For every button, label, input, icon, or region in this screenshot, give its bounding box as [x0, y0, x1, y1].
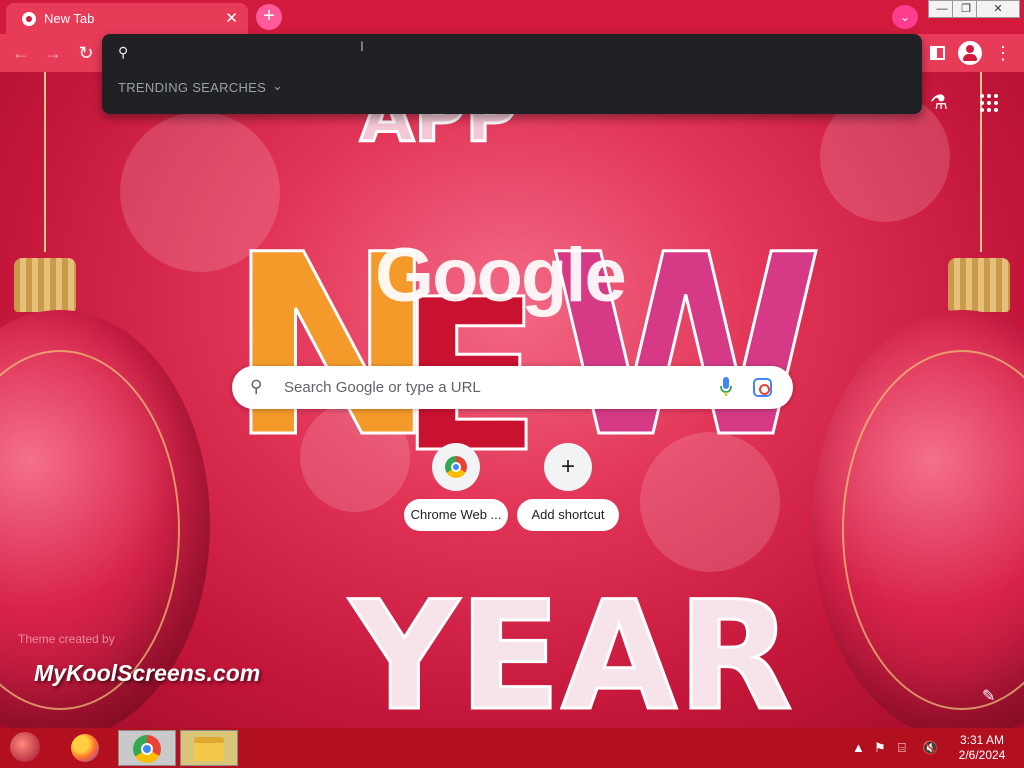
- back-button[interactable]: ←: [8, 40, 34, 66]
- tab-close-icon[interactable]: ✕: [225, 9, 238, 27]
- omnibox-dropdown: ⚲ I TRENDING SEARCHES ⌄: [102, 34, 922, 114]
- folder-icon: [194, 736, 224, 761]
- trending-searches-label[interactable]: TRENDING SEARCHES: [118, 80, 266, 95]
- search-placeholder: Search Google or type a URL: [284, 379, 481, 396]
- shortcut-label[interactable]: Add shortcut: [517, 499, 619, 531]
- shortcut-chrome-web-store[interactable]: [432, 443, 480, 491]
- add-shortcut-button[interactable]: +: [544, 443, 592, 491]
- taskbar-firefox[interactable]: [56, 730, 114, 766]
- search-icon: ⚲: [118, 44, 129, 60]
- ornament-cap: [948, 258, 1010, 312]
- firefox-icon: [71, 733, 99, 762]
- ornament-right: [812, 310, 1024, 728]
- watermark: MyKoolScreens.com: [34, 660, 261, 686]
- tab-title: New Tab: [44, 11, 95, 26]
- new-tab-button[interactable]: +: [256, 4, 282, 30]
- google-search-box[interactable]: ⚲ Search Google or type a URL: [232, 366, 793, 409]
- volume-muted-icon[interactable]: 🔇: [922, 740, 938, 756]
- labs-flask-icon[interactable]: ⚗: [930, 90, 948, 115]
- reload-button[interactable]: ↻: [73, 40, 99, 66]
- text-cursor-icon: I: [360, 38, 364, 54]
- side-panel-icon[interactable]: [930, 46, 945, 60]
- flag-icon[interactable]: ⚑: [874, 740, 886, 756]
- profile-avatar[interactable]: [958, 41, 982, 65]
- plus-icon: +: [560, 453, 575, 480]
- menu-button[interactable]: ⋮: [990, 40, 1016, 66]
- tab-new-tab[interactable]: New Tab ✕: [6, 3, 248, 34]
- network-icon[interactable]: ⌸: [898, 740, 906, 756]
- chrome-icon: [22, 12, 36, 26]
- tab-bar: New Tab ✕ + ⌄ — ❐ ✕: [0, 0, 1024, 34]
- shortcut-label[interactable]: Chrome Web ...: [404, 499, 508, 531]
- chevron-down-icon[interactable]: ⌄: [272, 78, 283, 94]
- taskbar-chrome[interactable]: [118, 730, 176, 766]
- taskbar: ▲ ⚑ ⌸ 🔇 3:31 AM 2/6/2024: [0, 728, 1024, 768]
- microphone-icon[interactable]: [720, 377, 732, 397]
- google-logo: Google: [375, 233, 627, 318]
- chrome-web-store-icon: [445, 456, 467, 478]
- close-button[interactable]: ✕: [976, 0, 1020, 18]
- ornament-cap: [14, 258, 76, 312]
- clock-time: 3:31 AM: [959, 733, 1005, 747]
- google-apps-icon[interactable]: [980, 94, 998, 112]
- theme-credit: Theme created by: [18, 632, 115, 646]
- clock[interactable]: 3:31 AM 2/6/2024: [952, 733, 1012, 763]
- address-bar-input[interactable]: [142, 40, 902, 62]
- google-lens-icon[interactable]: [753, 378, 772, 397]
- tab-search-button[interactable]: ⌄: [892, 5, 918, 29]
- art-word-year: YEAR: [349, 570, 795, 729]
- ornament-string: [44, 72, 46, 252]
- show-hidden-icons-icon[interactable]: ▲: [852, 740, 865, 755]
- forward-button[interactable]: →: [40, 40, 66, 66]
- start-button-icon[interactable]: [10, 732, 40, 762]
- taskbar-file-explorer[interactable]: [180, 730, 238, 766]
- customize-pencil-icon[interactable]: ✎: [982, 686, 995, 706]
- clock-date: 2/6/2024: [958, 748, 1006, 762]
- chrome-icon: [133, 734, 161, 763]
- search-icon: ⚲: [250, 377, 263, 396]
